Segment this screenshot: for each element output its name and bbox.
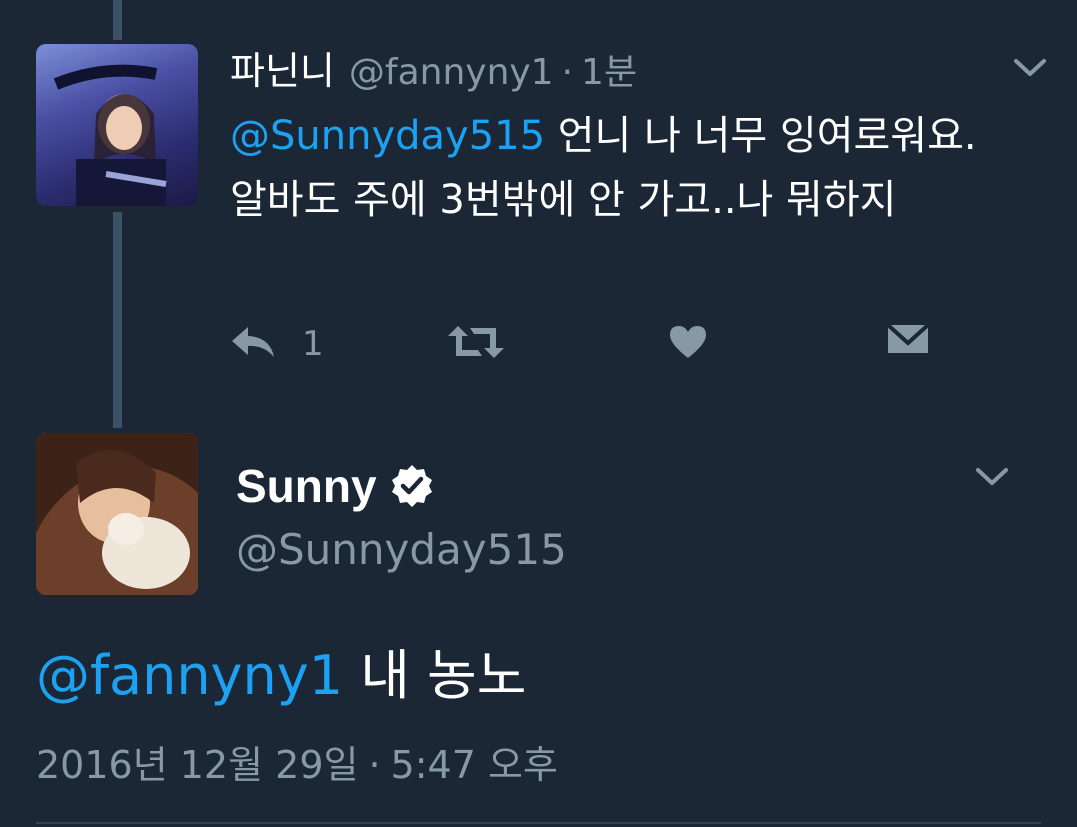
reply-mention-link[interactable]: @Sunnyday515 [230,113,545,159]
main-display-name[interactable]: Sunny [236,459,377,513]
tweet-time[interactable]: 5:47 오후 [391,734,558,789]
meta-separator: · [368,743,381,787]
chevron-down-icon[interactable] [972,457,1012,497]
reply-handle[interactable]: @fannyny1 [349,52,554,93]
reply-count: 1 [302,324,324,364]
reply-timestamp[interactable]: 1분 [581,43,637,95]
thread-line-top [113,0,122,40]
reply-action-bar: 1 [230,318,950,370]
reply-button[interactable]: 1 [230,318,324,370]
divider [36,822,1041,824]
main-text: 내 농노 [343,644,527,707]
verified-badge-icon [389,463,435,509]
retweet-button[interactable] [448,318,504,370]
chevron-down-icon[interactable] [1010,48,1050,88]
main-tweet-name-row: Sunny [236,455,435,517]
like-button[interactable] [668,318,708,370]
retweet-icon [448,324,504,364]
avatar-image [53,64,167,206]
reply-separator: · [561,52,574,93]
reply-tweet-text: @Sunnyday515 언니 나 너무 잉여로워요. 알바도 주에 3번밖에 … [230,104,1010,232]
reply-display-name[interactable]: 파닌니 [230,40,335,95]
avatar-image [36,433,198,595]
main-handle[interactable]: @Sunnyday515 [236,525,567,574]
heart-icon [668,324,708,364]
dm-icon [886,323,930,365]
reply-tweet-header: 파닌니 @fannyny1 · 1분 [230,40,637,100]
main-mention-link[interactable]: @fannyny1 [36,644,343,707]
direct-message-button[interactable] [886,318,930,370]
avatar-fannyny1[interactable] [36,44,198,206]
thread-line-connector [113,212,122,428]
main-tweet-text: @fannyny1 내 농노 [36,640,526,712]
main-tweet-timestamp: 2016년 12월 29일 · 5:47 오후 [36,734,558,789]
avatar-sunny[interactable] [36,433,198,595]
reply-icon [230,325,276,363]
tweet-date[interactable]: 2016년 12월 29일 [36,734,358,789]
